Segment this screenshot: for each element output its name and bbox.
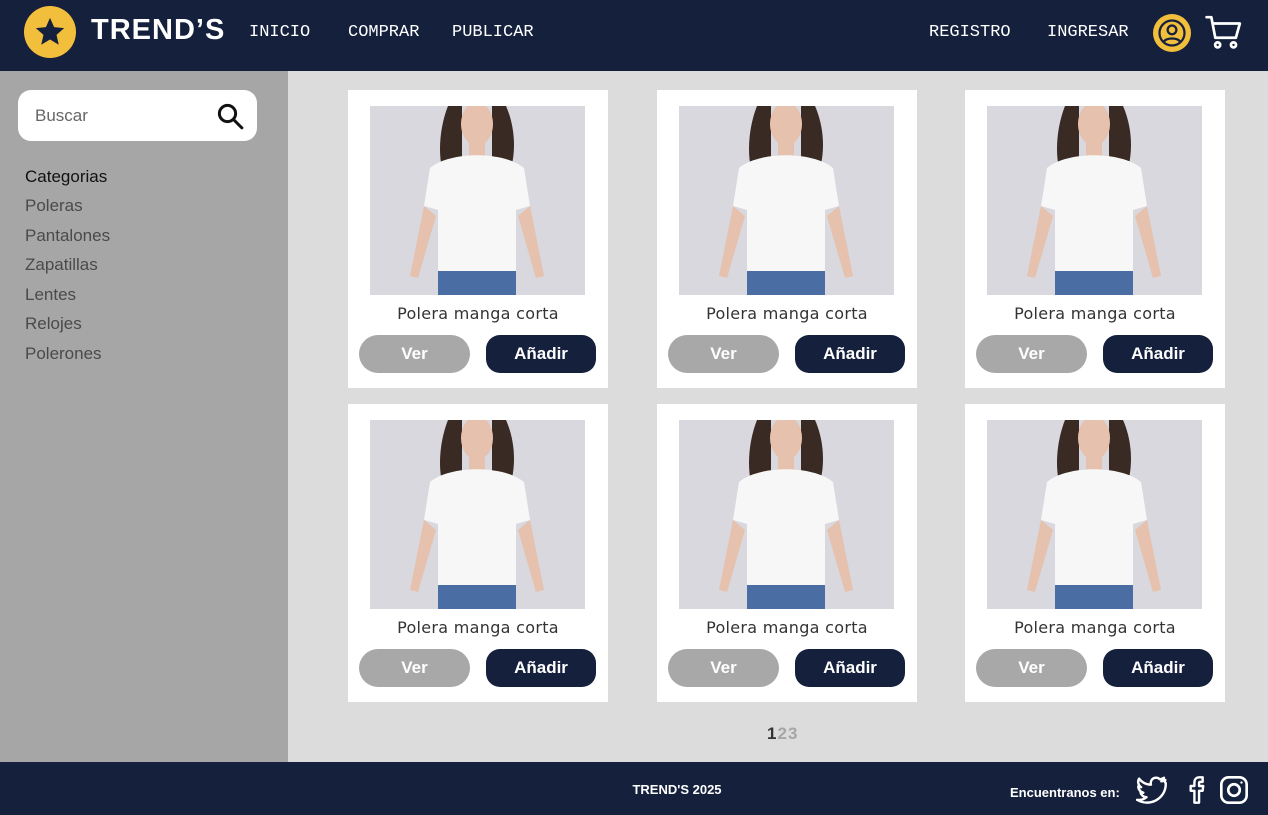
add-to-cart-button[interactable]: Añadir [795,335,905,373]
nav-registro[interactable]: REGISTRO [929,23,1011,42]
product-card: Polera manga corta Ver Añadir [348,90,608,388]
product-card: Polera manga corta Ver Añadir [965,90,1225,388]
add-to-cart-button[interactable]: Añadir [1103,649,1213,687]
product-image[interactable] [987,106,1202,295]
page-link-2[interactable]: 2 [777,724,786,743]
category-sidebar: Categorias Poleras Pantalones Zapatillas… [0,71,288,762]
product-name: Polera manga corta [397,304,559,323]
find-us-label: Encuentranos en: [1010,785,1120,800]
product-name: Polera manga corta [397,618,559,637]
product-name: Polera manga corta [706,304,868,323]
category-item-pantalones[interactable]: Pantalones [25,226,110,256]
view-button[interactable]: Ver [668,649,779,687]
category-item-lentes[interactable]: Lentes [25,285,110,315]
add-to-cart-button[interactable]: Añadir [1103,335,1213,373]
product-image[interactable] [987,420,1202,609]
nav-ingresar[interactable]: INGRESAR [1047,23,1129,42]
shopping-cart-icon[interactable] [1205,14,1243,52]
product-card: Polera manga corta Ver Añadir [965,404,1225,702]
page-link-1[interactable]: 1 [767,724,776,743]
brand-logo-text[interactable]: TREND’S [91,14,225,47]
product-card: Polera manga corta Ver Añadir [657,404,917,702]
product-image[interactable] [370,106,585,295]
product-name: Polera manga corta [1014,618,1176,637]
view-button[interactable]: Ver [976,335,1087,373]
search-box [18,90,257,141]
view-button[interactable]: Ver [359,335,470,373]
pagination: 123 [767,724,798,744]
product-image[interactable] [679,106,894,295]
category-item-poleras[interactable]: Poleras [25,196,110,226]
category-list: Poleras Pantalones Zapatillas Lentes Rel… [25,196,110,373]
view-button[interactable]: Ver [359,649,470,687]
site-footer: TREND'S 2025 Encuentranos en: [0,762,1268,815]
top-navbar: TREND’S INICIO COMPRAR PUBLICAR REGISTRO… [0,0,1268,71]
user-account-icon[interactable] [1153,14,1191,52]
search-icon[interactable] [215,101,245,131]
categories-heading: Categorias [25,167,108,186]
product-name: Polera manga corta [1014,304,1176,323]
add-to-cart-button[interactable]: Añadir [795,649,905,687]
search-input[interactable] [18,90,208,141]
category-item-polerones[interactable]: Polerones [25,344,110,374]
product-image[interactable] [370,420,585,609]
view-button[interactable]: Ver [668,335,779,373]
category-item-zapatillas[interactable]: Zapatillas [25,255,110,285]
add-to-cart-button[interactable]: Añadir [486,649,596,687]
nav-publicar[interactable]: PUBLICAR [452,23,534,42]
category-item-relojes[interactable]: Relojes [25,314,110,344]
product-card: Polera manga corta Ver Añadir [657,90,917,388]
product-name: Polera manga corta [706,618,868,637]
view-button[interactable]: Ver [976,649,1087,687]
nav-inicio[interactable]: INICIO [249,23,310,42]
page-link-3[interactable]: 3 [788,724,797,743]
instagram-icon[interactable] [1218,774,1250,806]
product-image[interactable] [679,420,894,609]
add-to-cart-button[interactable]: Añadir [486,335,596,373]
twitter-icon[interactable] [1135,774,1168,806]
product-card: Polera manga corta Ver Añadir [348,404,608,702]
facebook-icon[interactable] [1180,774,1212,806]
logo-star-icon[interactable] [24,6,76,58]
nav-comprar[interactable]: COMPRAR [348,23,419,42]
